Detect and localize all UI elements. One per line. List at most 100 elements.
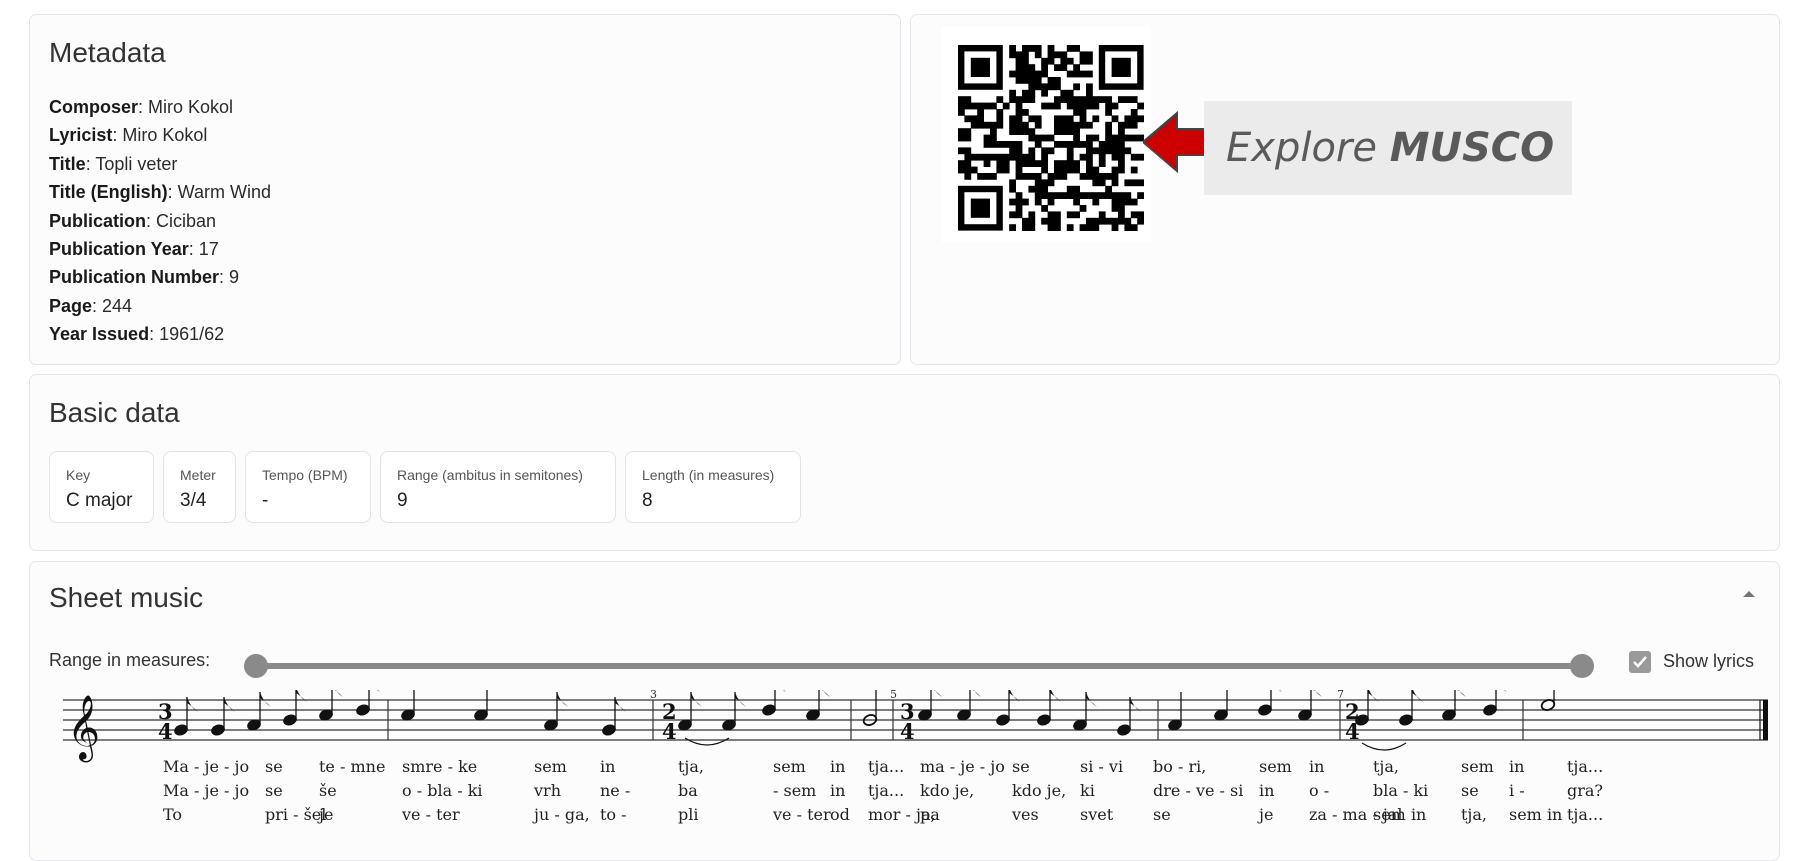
- lyric-syllable: pli: [678, 805, 698, 824]
- lyric-syllable: te - mne: [319, 757, 385, 776]
- lyric-syllable: tja...: [868, 757, 904, 776]
- stat-label: Tempo (BPM): [262, 467, 348, 483]
- time-signature-bottom: 4: [662, 719, 677, 744]
- stat-length: Length (in measures) 8: [625, 451, 801, 523]
- metadata-field-label: Publication Year: [49, 239, 189, 260]
- lyric-syllable: ve - ter: [401, 805, 460, 824]
- basic-data-card: Basic data Key C major Meter 3/4 Tempo (…: [29, 374, 1780, 551]
- stat-range: Range (ambitus in semitones) 9: [380, 451, 616, 523]
- metadata-field: Publication Number: 9: [49, 263, 271, 291]
- lyric-syllable: kdo je,: [1012, 781, 1066, 800]
- time-signature-bottom: 4: [158, 719, 173, 744]
- lyric-syllable: ju - ga,: [532, 805, 590, 824]
- chevron-up-icon[interactable]: [1739, 584, 1759, 604]
- lyric-syllable: in: [1259, 781, 1274, 800]
- metadata-field-value: : 17: [188, 239, 219, 260]
- lyric-syllable: To: [163, 805, 182, 824]
- metadata-field: Composer: Miro Kokol: [49, 93, 271, 121]
- stat-tempo: Tempo (BPM) -: [245, 451, 371, 523]
- lyric-syllable: sem: [1461, 757, 1494, 776]
- final-barline: [1763, 700, 1768, 740]
- lyric-syllable: dre - ve - si: [1153, 781, 1243, 800]
- stat-value: C major: [66, 490, 133, 511]
- metadata-list: Composer: Miro Kokol Lyricist: Miro Kokol…: [49, 93, 271, 349]
- lyric-syllable: sem: [1259, 757, 1292, 776]
- explore-musco-banner[interactable]: Explore MUSCO: [1204, 101, 1572, 195]
- slider-thumb-start[interactable]: [244, 654, 268, 678]
- metadata-field: Lyricist: Miro Kokol: [49, 121, 271, 149]
- metadata-field-value: : Miro Kokol: [112, 125, 208, 146]
- checkbox-checked-icon[interactable]: [1629, 651, 1651, 673]
- metadata-field: Publication: Ciciban: [49, 207, 271, 235]
- metadata-field-value: : Ciciban: [146, 210, 217, 231]
- lyric-syllable: se: [1012, 757, 1030, 776]
- lyric-syllable: sem: [773, 757, 806, 776]
- metadata-field-label: Title (English): [49, 182, 168, 203]
- lyric-syllable: in: [1509, 757, 1524, 776]
- lyric-syllable: ba: [678, 781, 698, 800]
- note-flag: [1504, 690, 1507, 692]
- lyric-syllable: gra?: [1567, 781, 1603, 800]
- lyric-syllable: pri - šel: [265, 805, 326, 824]
- brand-text: MUSCO: [1389, 125, 1555, 171]
- lyric-syllable: in: [1309, 757, 1324, 776]
- stat-label: Meter: [180, 467, 216, 483]
- note-flag: [377, 690, 380, 692]
- lyric-syllable: sem in: [1373, 805, 1426, 824]
- lyric-syllable: tja...: [1567, 757, 1603, 776]
- metadata-field-label: Lyricist: [49, 125, 113, 146]
- lyric-syllable: bo - ri,: [1153, 757, 1206, 776]
- metadata-field-value: : Warm Wind: [167, 182, 272, 203]
- sheet-music-title: Sheet music: [49, 582, 204, 613]
- lyric-syllable: si - vi: [1080, 757, 1123, 776]
- metadata-field-label: Page: [49, 295, 93, 316]
- lyric-syllable: Ma - je - jo: [163, 781, 249, 800]
- lyric-syllable: pa: [920, 805, 940, 824]
- measure-range-slider[interactable]: [244, 654, 1594, 678]
- metadata-field: Title (English): Warm Wind: [49, 178, 271, 206]
- lyric-syllable: ne -: [600, 781, 630, 800]
- metadata-field: Year Issued: 1961/62: [49, 320, 271, 348]
- time-signature-bottom: 4: [900, 719, 915, 744]
- treble-clef: 𝄞: [67, 695, 100, 762]
- stat-label: Length (in measures): [642, 467, 775, 483]
- lyric-syllable: Ma - je - jo: [163, 757, 249, 776]
- measure-number: 3: [650, 690, 657, 701]
- range-label: Range in measures:: [49, 650, 211, 670]
- lyric-syllable: kdo je,: [920, 781, 974, 800]
- metadata-field-value: : Miro Kokol: [138, 97, 234, 117]
- slider-thumb-end[interactable]: [1570, 654, 1594, 678]
- lyric-syllable: se: [265, 781, 283, 800]
- explore-text: Explore: [1226, 125, 1390, 171]
- lyric-syllable: se: [265, 757, 283, 776]
- note-flag: [1313, 690, 1322, 697]
- lyric-syllable: se: [1461, 781, 1479, 800]
- sheet-music-score: 𝄞 342434243 5 7Ma - je - jo se te - mne smre -…: [63, 690, 1768, 824]
- note-flag: [972, 690, 981, 697]
- lyric-syllable: smre - ke: [402, 757, 477, 776]
- lyric-syllable: sem: [534, 757, 567, 776]
- lyric-syllable: tja,: [678, 757, 704, 776]
- note-flag: [1457, 690, 1466, 697]
- stat-value: 8: [642, 490, 653, 511]
- lyric-syllable: se: [1153, 805, 1171, 824]
- metadata-field-label: Title: [49, 153, 86, 174]
- qr-code[interactable]: [941, 27, 1151, 242]
- metadata-field-label: Year Issued: [49, 324, 150, 345]
- slider-rail[interactable]: [244, 663, 1594, 669]
- lyric-syllable: sem in: [1509, 805, 1562, 824]
- lyric-syllable: in: [830, 781, 845, 800]
- lyric-syllable: - sem: [773, 781, 816, 800]
- basic-data-title: Basic data: [49, 397, 180, 428]
- lyric-syllable: bla - ki: [1373, 781, 1428, 800]
- lyric-syllable: to -: [600, 805, 627, 824]
- stat-key: Key C major: [49, 451, 154, 523]
- lyric-syllable: svet: [1080, 805, 1114, 824]
- lyric-syllable: in: [830, 757, 845, 776]
- metadata-field: Page: 244: [49, 292, 271, 320]
- lyric-syllable: ki: [1080, 781, 1095, 800]
- stat-label: Key: [66, 467, 91, 483]
- slur: [684, 737, 730, 746]
- metadata-field-value: : 244: [92, 295, 133, 316]
- show-lyrics-label: Show lyrics: [1663, 651, 1755, 671]
